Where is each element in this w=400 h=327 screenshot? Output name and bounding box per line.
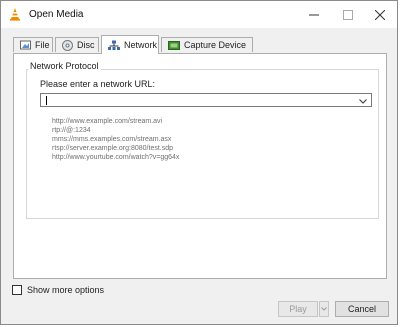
network-panel: Network Protocol Please enter a network … [13, 53, 387, 279]
example-url: rtp://@:1234 [52, 127, 91, 134]
play-button[interactable]: Play [278, 301, 318, 317]
maximize-icon [343, 9, 353, 20]
window-title: Open Media [29, 9, 84, 20]
vlc-cone-icon [10, 8, 20, 21]
tab-network-label: Network [124, 40, 158, 50]
title-bar: Open Media [1, 1, 397, 28]
show-more-options[interactable]: Show more options [12, 285, 104, 295]
play-options-button[interactable] [319, 301, 329, 317]
minimize-button[interactable] [297, 1, 331, 28]
group-title: Network Protocol [28, 61, 101, 71]
disc-icon [62, 39, 73, 51]
example-url: rtsp://server.example.org:8080/test.sdp [52, 145, 174, 152]
url-examples: http://www.example.com/stream.avi rtp://… [52, 117, 179, 162]
tab-file[interactable]: File [13, 37, 53, 52]
example-url: http://www.example.com/stream.avi [52, 118, 163, 125]
maximize-button[interactable] [331, 1, 365, 28]
tab-network[interactable]: Network [101, 35, 159, 54]
text-caret [46, 96, 47, 105]
tab-capture-device-label: Capture Device [184, 40, 247, 50]
example-url: http://www.yourtube.com/watch?v=gg64x [52, 154, 180, 161]
open-media-dialog: Open Media File Disc Network Capture Dev… [0, 0, 398, 325]
show-more-checkbox[interactable] [12, 285, 22, 295]
show-more-label: Show more options [27, 285, 105, 295]
cancel-button[interactable]: Cancel [335, 301, 389, 317]
capture-device-icon [168, 40, 180, 50]
tab-disc[interactable]: Disc [55, 37, 99, 52]
tab-file-label: File [35, 40, 50, 50]
tab-disc-label: Disc [77, 40, 95, 50]
url-dropdown-button[interactable] [357, 95, 369, 107]
close-icon [375, 9, 385, 20]
example-url: mms://mms.examples.com/stream.asx [52, 136, 172, 143]
network-url-combobox[interactable] [40, 93, 372, 107]
chevron-down-icon [321, 307, 327, 311]
minimize-icon [309, 14, 319, 15]
chevron-down-icon [359, 98, 367, 104]
tab-capture-device[interactable]: Capture Device [161, 37, 253, 52]
url-label: Please enter a network URL: [40, 79, 156, 89]
close-button[interactable] [363, 1, 397, 28]
file-icon [20, 40, 31, 49]
network-url-input[interactable] [43, 94, 357, 106]
network-icon [108, 40, 120, 50]
